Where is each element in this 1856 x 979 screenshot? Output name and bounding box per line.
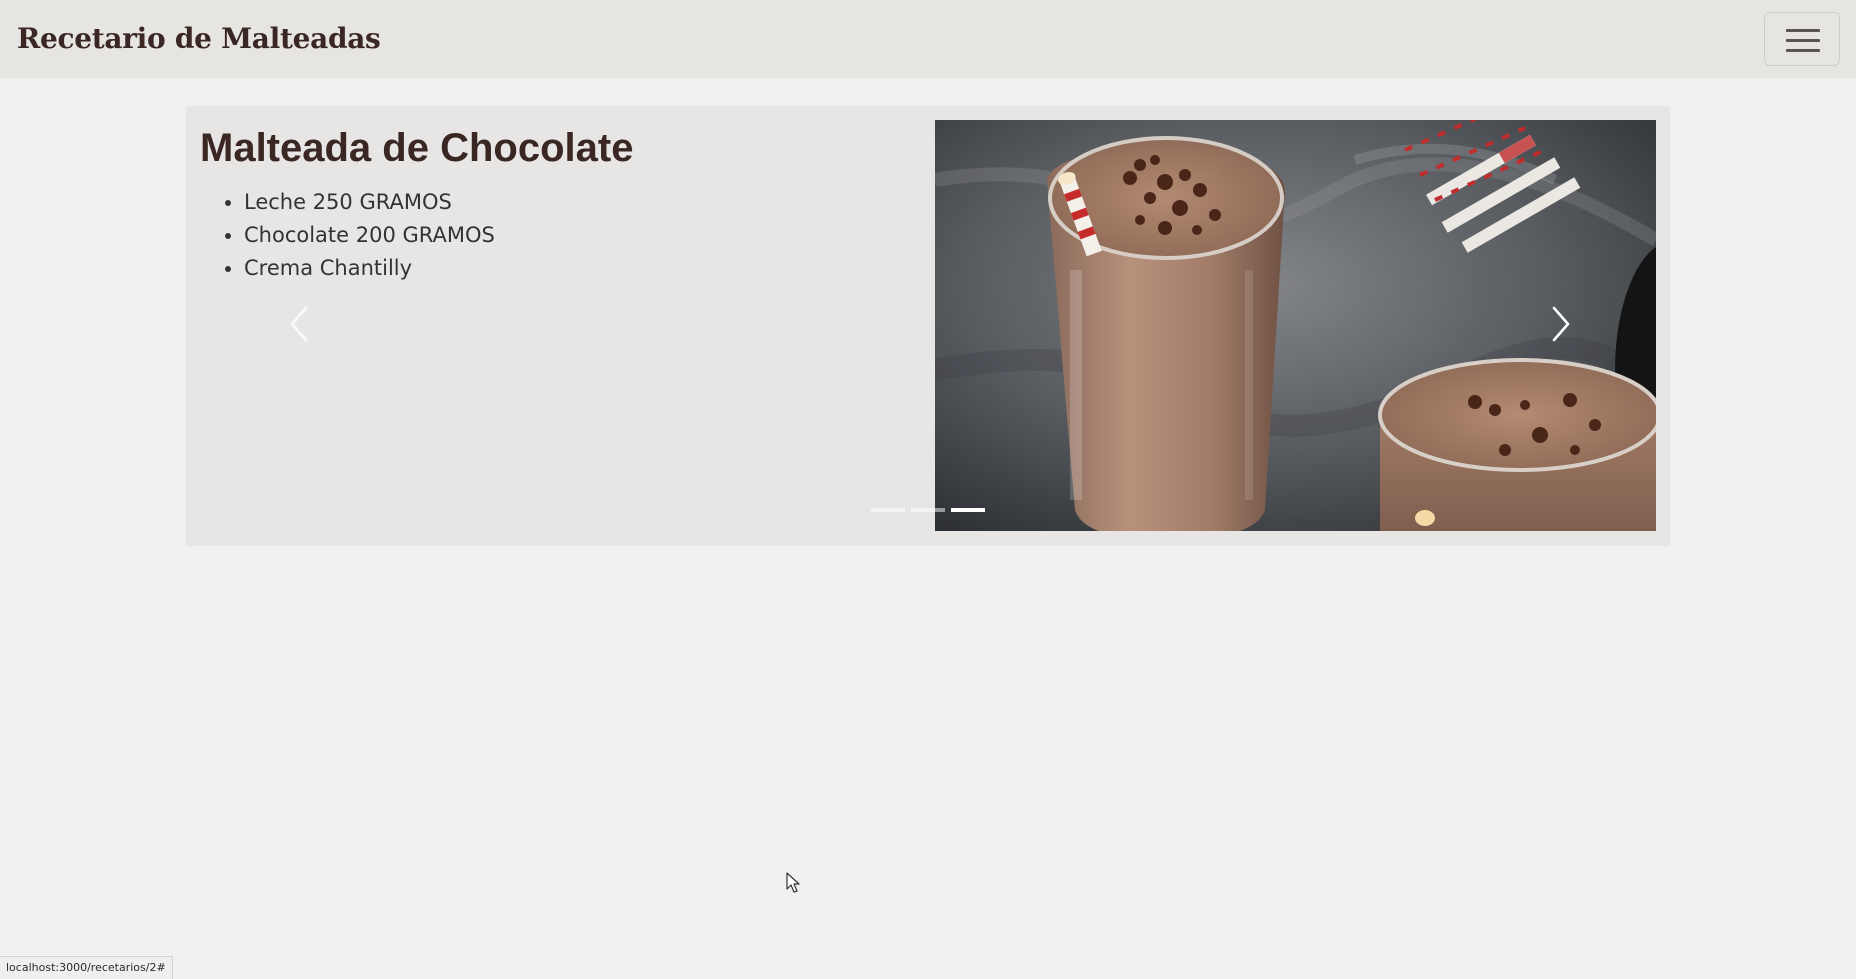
carousel-indicator-3[interactable] — [951, 508, 985, 512]
navbar-brand[interactable]: Recetario de Malteadas — [17, 22, 381, 55]
ingredient-item: Chocolate 200 GRAMOS — [244, 219, 495, 252]
carousel-next-button[interactable] — [1538, 302, 1578, 346]
mouse-cursor-icon — [786, 872, 802, 899]
navbar: Recetario de Malteadas — [0, 0, 1856, 78]
chevron-right-icon — [1538, 302, 1578, 346]
carousel-indicator-2[interactable] — [911, 508, 945, 512]
ingredient-item: Leche 250 GRAMOS — [244, 186, 495, 219]
navbar-toggler-button[interactable] — [1764, 12, 1840, 66]
ingredients-list: Leche 250 GRAMOS Chocolate 200 GRAMOS Cr… — [200, 186, 495, 285]
ingredient-item: Crema Chantilly — [244, 252, 495, 285]
recipe-title: Malteada de Chocolate — [200, 126, 634, 170]
chevron-left-icon — [282, 302, 322, 346]
carousel-prev-button[interactable] — [282, 302, 322, 346]
carousel-indicator-1[interactable] — [871, 508, 905, 512]
recipe-carousel: Malteada de Chocolate Leche 250 GRAMOS C… — [186, 106, 1670, 546]
browser-status-bar: localhost:3000/recetarios/2# — [0, 956, 173, 979]
